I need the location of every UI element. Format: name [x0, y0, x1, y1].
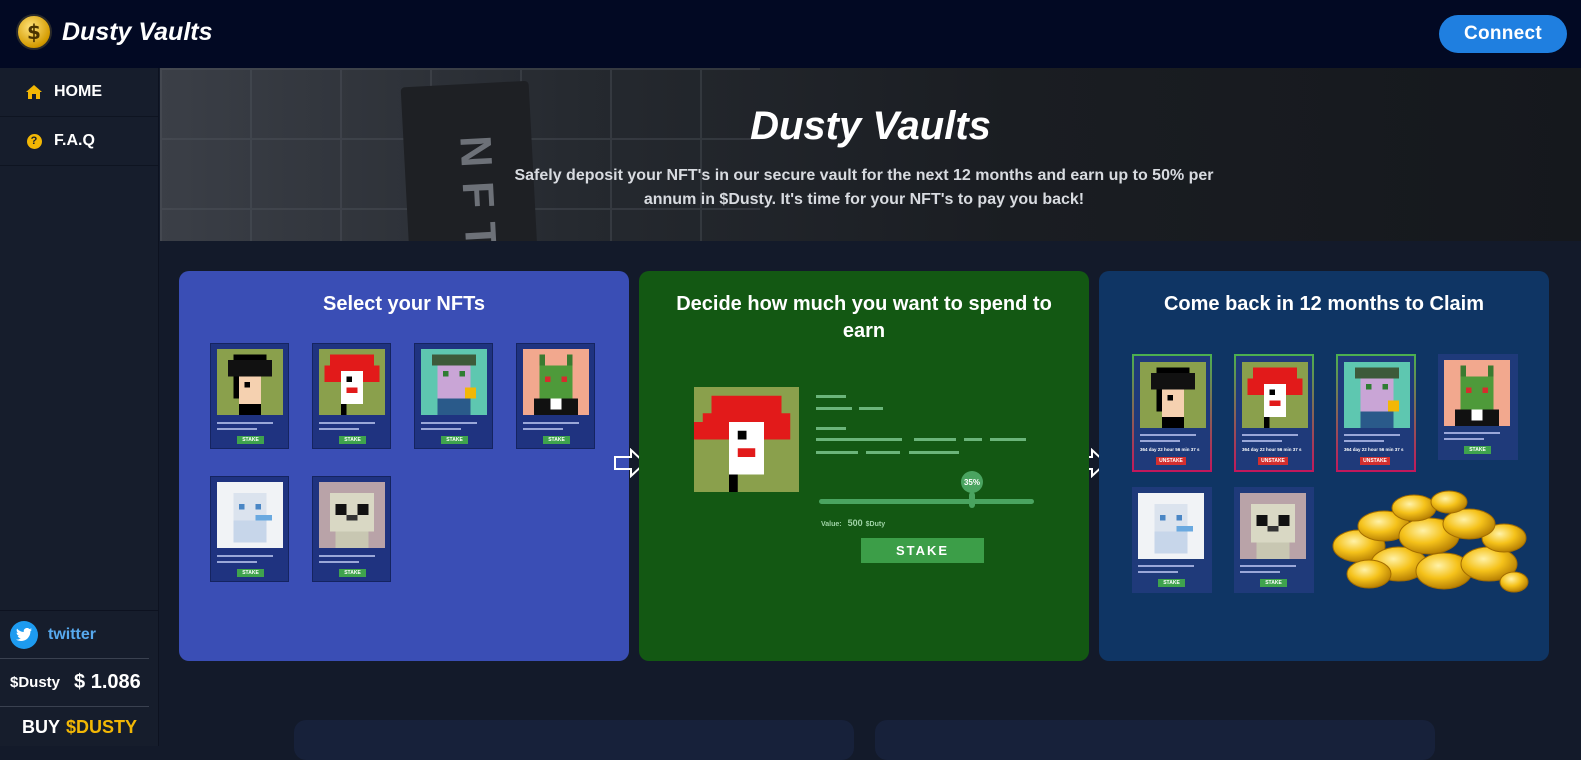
step-title: Select your NFTs: [323, 293, 485, 315]
nft-card[interactable]: STAKE: [516, 343, 595, 449]
countdown-timer: 364 day 22 hour 56 min 37 s: [1140, 447, 1200, 452]
clown-punk-nft-image: [694, 387, 799, 492]
twitter-icon: [10, 620, 38, 649]
value-unit: $Duty: [865, 521, 886, 528]
hero-title: Dusty Vaults: [750, 104, 991, 148]
stake-button[interactable]: STAKE: [1260, 579, 1287, 587]
devil-nft-image: [523, 349, 589, 415]
hero-subtitle: Safely deposit your NFT's in our secure …: [514, 167, 1214, 208]
dusty-coin-logo-icon: $: [16, 14, 52, 50]
token-price: $ 1.086: [74, 671, 141, 693]
lower-panel-right: [875, 720, 1435, 760]
slider-percent-bubble: 35%: [961, 471, 983, 493]
sidebar: HOME ? F.A.Q twitter $Dusty $ 1.086 BUY …: [0, 68, 159, 746]
nft-card[interactable]: STAKE: [210, 476, 289, 582]
stake-button[interactable]: STAKE: [1158, 579, 1185, 587]
stake-button[interactable]: STAKE: [1464, 446, 1491, 454]
devil-nft-image: [1444, 360, 1510, 426]
stake-button[interactable]: STAKE: [237, 436, 264, 444]
token-price-row: $Dusty $ 1.086: [0, 659, 149, 707]
nft-card[interactable]: STAKE: [1438, 354, 1518, 460]
sidebar-item-faq[interactable]: ? F.A.Q: [0, 117, 158, 166]
unstake-button[interactable]: UNSTAKE: [1360, 457, 1390, 465]
connect-button[interactable]: Connect: [1439, 15, 1567, 53]
buy-token: $DUSTY: [66, 716, 138, 737]
home-icon: [24, 82, 44, 102]
stake-button[interactable]: STAKE: [339, 436, 366, 444]
ape-nft-image: [1344, 362, 1410, 428]
dog-nft-image: [1240, 493, 1306, 559]
punk-nft-image: [217, 349, 283, 415]
punk-nft-image: [1140, 362, 1206, 428]
token-name: $Dusty: [10, 674, 61, 691]
value-row: Value: 500 $Duty: [821, 518, 885, 528]
nft-card[interactable]: STAKE: [1132, 487, 1212, 593]
nft-card[interactable]: STAKE: [414, 343, 493, 449]
stake-button[interactable]: STAKE: [441, 436, 468, 444]
step-title: Come back in 12 months to Claim: [1163, 293, 1485, 315]
amount-slider[interactable]: [819, 499, 1034, 504]
countdown-timer: 364 day 22 hour 56 min 37 s: [1242, 447, 1302, 452]
slider-handle[interactable]: [969, 492, 975, 508]
value-label: Value:: [821, 521, 842, 528]
staked-nft-card[interactable]: 364 day 22 hour 56 min 37 s UNSTAKE: [1132, 354, 1212, 472]
twitter-label: twitter: [48, 625, 96, 643]
top-bar: $ Dusty Vaults Connect: [0, 0, 1581, 68]
staked-nft-card[interactable]: 364 day 22 hour 56 min 37 s UNSTAKE: [1234, 354, 1314, 472]
nft-card[interactable]: STAKE: [1234, 487, 1314, 593]
gold-coins-pile-image: [1332, 490, 1529, 593]
question-circle-icon: ?: [24, 131, 44, 151]
cat-nft-image: [1138, 493, 1204, 559]
step-card-decide: Decide how much you want to spend to ear…: [639, 271, 1089, 661]
clown-punk-nft-image: [319, 349, 385, 415]
stake-button[interactable]: STAKE: [861, 538, 984, 563]
clown-punk-nft-image: [1242, 362, 1308, 428]
sidebar-footer: twitter $Dusty $ 1.086 BUY $DUSTY: [0, 610, 159, 747]
nft-card[interactable]: STAKE: [312, 476, 391, 582]
unstake-button[interactable]: UNSTAKE: [1156, 457, 1186, 465]
lower-panel-left: [294, 720, 854, 760]
step-card-select: Select your NFTs STAKE STAKE STAKE STAKE…: [179, 271, 629, 661]
sidebar-item-home[interactable]: HOME: [0, 68, 158, 117]
stake-button[interactable]: STAKE: [237, 569, 264, 577]
stake-button[interactable]: STAKE: [339, 569, 366, 577]
step-title: Decide how much you want to spend to ear…: [676, 293, 1052, 342]
brand-name: Dusty Vaults: [62, 17, 213, 46]
nft-card[interactable]: STAKE: [210, 343, 289, 449]
stake-button[interactable]: STAKE: [543, 436, 570, 444]
buy-prefix: BUY: [21, 716, 60, 737]
sidebar-item-label: F.A.Q: [54, 132, 95, 149]
brand[interactable]: $ Dusty Vaults: [16, 14, 213, 50]
countdown-timer: 364 day 22 hour 56 min 37 s: [1344, 447, 1404, 452]
value-amount: 500: [847, 518, 863, 528]
sidebar-item-label: HOME: [54, 83, 102, 100]
unstake-button[interactable]: UNSTAKE: [1258, 457, 1288, 465]
nft-card[interactable]: STAKE: [312, 343, 391, 449]
staked-nft-card[interactable]: 364 day 22 hour 56 min 37 s UNSTAKE: [1336, 354, 1416, 472]
cat-nft-image: [217, 482, 283, 548]
dog-nft-image: [319, 482, 385, 548]
twitter-link[interactable]: twitter: [0, 611, 149, 659]
hero-banner: NFT Dusty Vaults Safely deposit your NFT…: [160, 68, 1581, 241]
step-card-claim: Come back in 12 months to Claim 364 day …: [1099, 271, 1549, 661]
buy-dusty-button[interactable]: BUY $DUSTY: [0, 707, 159, 747]
ape-nft-image: [421, 349, 487, 415]
